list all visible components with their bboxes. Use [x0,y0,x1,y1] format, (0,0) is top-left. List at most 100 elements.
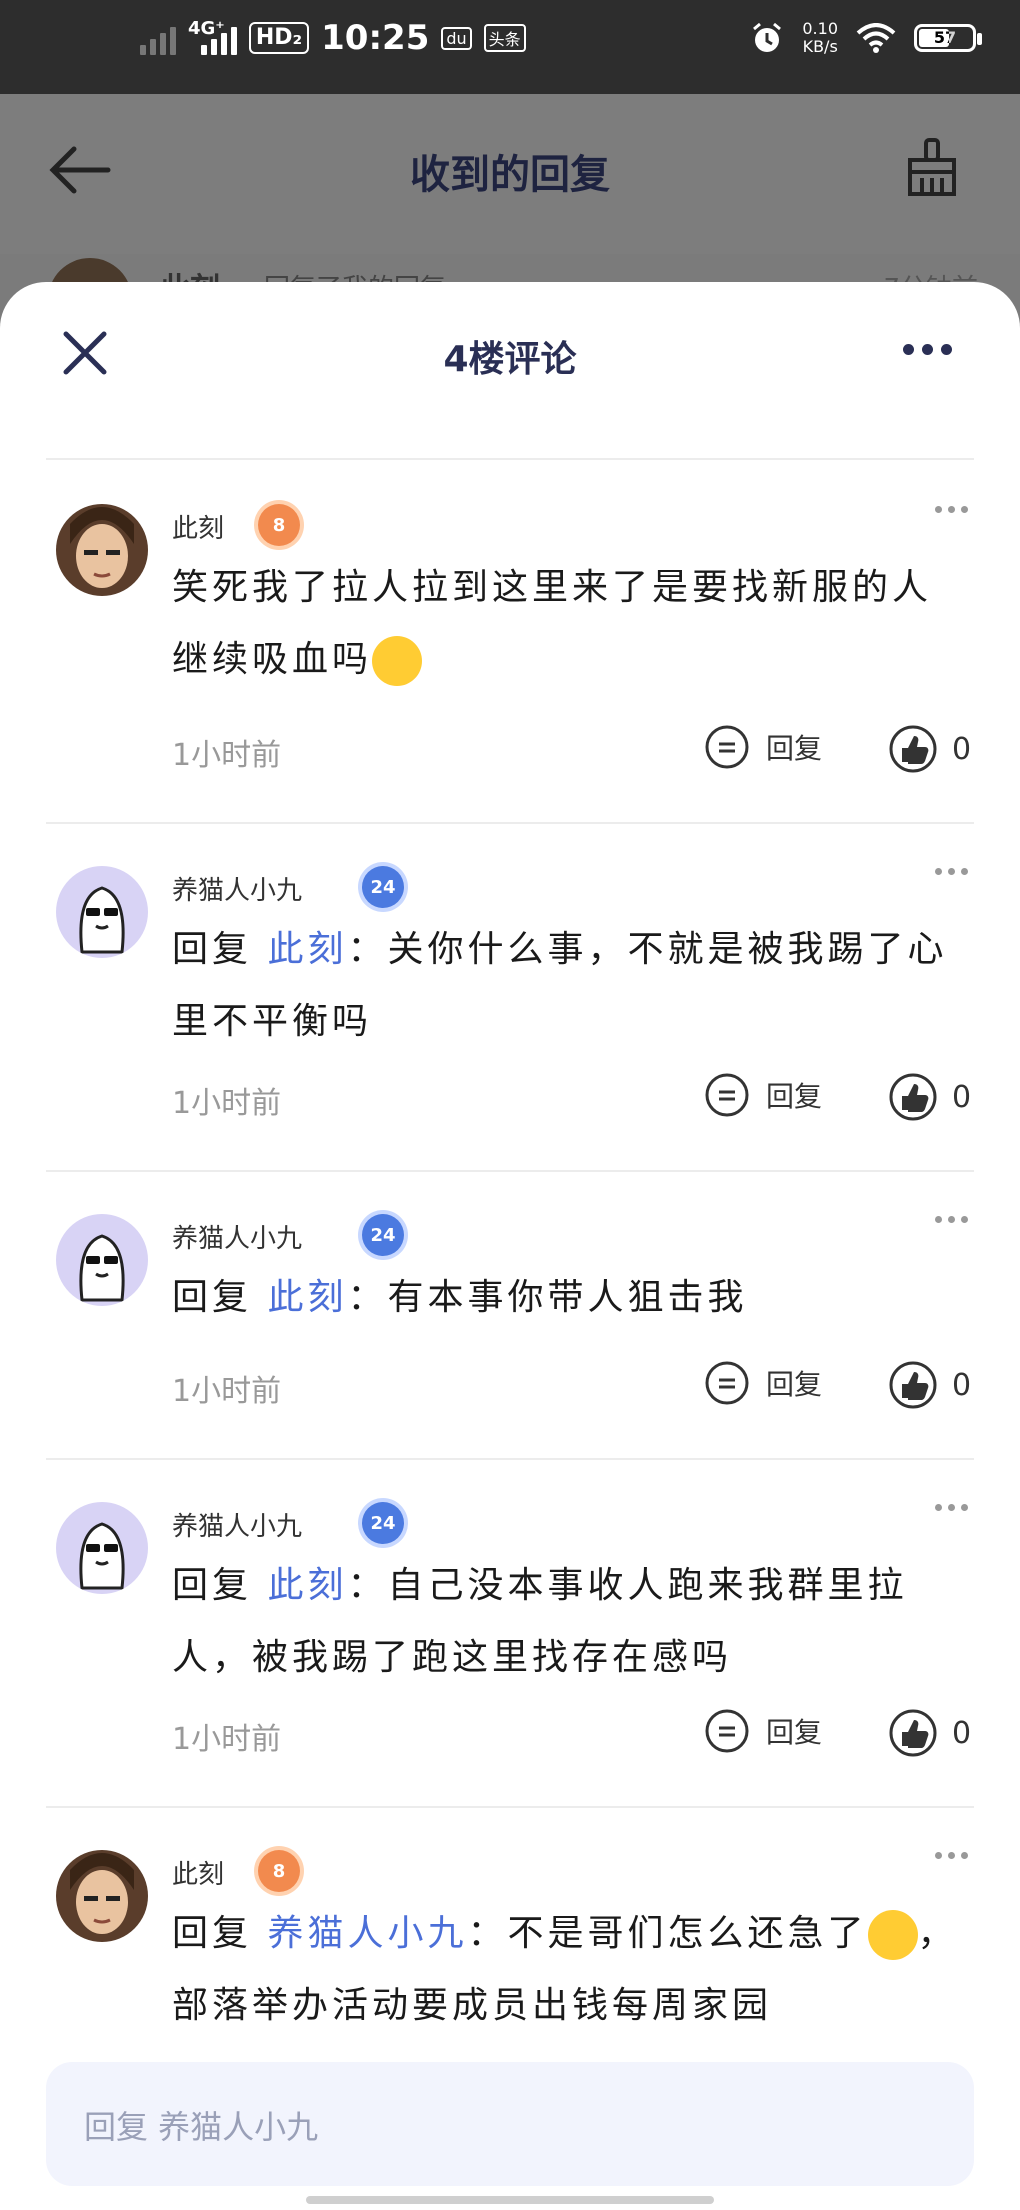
reply-button[interactable]: 回复 [704,1072,822,1118]
like-button[interactable]: 0 [888,724,971,774]
comment-author[interactable]: 养猫人小九 [172,870,302,907]
divider [46,822,974,824]
chat-bubble-icon [705,1361,749,1405]
comment-text: 回复 养猫人小九：不是哥们怎么还急了 ，部落举办活动要成员出钱每周家园 [172,1898,962,2042]
reply-prefix: 回复 [172,1565,253,1606]
reply-prefix: 回复 [172,929,253,970]
comment-author[interactable]: 此刻 [172,508,224,545]
chat-bubble-icon [705,1073,749,1117]
divider [46,1806,974,1808]
app-header: 收到的回复 [0,94,1020,254]
reply-button[interactable]: 回复 [704,724,822,770]
yawn-emoji-icon [372,636,423,686]
like-count: 0 [952,731,972,767]
like-count: 0 [952,1367,972,1403]
network-type: 4G⁺ [188,17,225,39]
reply-prefix: 回复 [172,1277,253,1318]
comment-author[interactable]: 此刻 [172,1854,224,1891]
comment-text: 回复 此刻：关你什么事，不就是被我踢了心里不平衡吗 [172,914,962,1058]
reply-button[interactable]: 回复 [704,1708,822,1754]
comment-more-icon[interactable] [935,1216,968,1223]
mention-link[interactable]: 此刻 [267,1277,347,1318]
like-count: 0 [952,1079,972,1115]
alarm-icon [753,22,782,52]
colon: ： [347,1277,388,1318]
like-button[interactable]: 0 [888,1360,971,1410]
divider [46,1458,974,1460]
mention-link[interactable]: 此刻 [267,929,347,970]
thumbs-up-icon [889,1073,937,1121]
comment-time: 1小时前 [172,1722,282,1757]
reply-input[interactable]: 回复 养猫人小九 [46,2062,974,2186]
comment-text: 笑死我了拉人拉到这里来了是要找新服的人继续吸血吗 [172,552,962,696]
comment-author[interactable]: 养猫人小九 [172,1506,302,1543]
status-right: 0.10 KB/s 57 [750,20,982,56]
colon: ： [347,1565,388,1606]
thumbs-up-icon [889,725,937,773]
reply-label: 回复 [766,732,823,765]
reply-prefix: 回复 [172,1913,253,1954]
comment-text: 回复 此刻：自己没本事收人跑来我群里拉人，被我踢了跑这里找存在感吗 [172,1550,962,1694]
divider [46,458,974,460]
comment-more-icon[interactable] [935,868,968,875]
battery-level: 57 [933,28,957,47]
divider [46,1170,974,1172]
sweat-smile-emoji-icon [867,1910,918,1960]
status-left: 4G⁺ HD₂ 10:25 du 头条 [140,18,526,58]
comment-more-icon[interactable] [935,1504,968,1511]
comment-author[interactable]: 养猫人小九 [172,1218,302,1255]
comment-more-icon[interactable] [935,506,968,513]
chat-bubble-icon [705,1709,749,1753]
speed-unit: KB/s [802,37,838,56]
wifi-icon [856,23,896,53]
clear-broom-icon[interactable] [904,138,960,202]
clock: 10:25 [321,18,430,58]
avatar[interactable] [56,1850,148,1942]
colon: ： [347,929,388,970]
comment-time: 1小时前 [172,1374,282,1409]
comment-body: 有本事你带人狙击我 [387,1277,748,1318]
comment-time: 1小时前 [172,1086,282,1121]
avatar[interactable] [56,866,148,958]
comment-text: 回复 此刻：有本事你带人狙击我 [172,1262,962,1334]
speed-value: 0.10 [802,19,838,38]
page-title: 收到的回复 [410,152,610,198]
app-notification-icon: du [441,26,472,50]
home-indicator[interactable] [306,2196,714,2204]
avatar[interactable] [56,504,148,596]
like-button[interactable]: 0 [888,1708,971,1758]
comment-sheet: 4楼评论 此刻 8 笑死我了拉人拉到这里来了是要找新服的人继续吸血吗 1小时前 … [0,282,1020,2210]
like-button[interactable]: 0 [888,1072,971,1122]
status-bar: 4G⁺ HD₂ 10:25 du 头条 0.10 KB/s 57 [0,0,1020,94]
more-options-icon[interactable] [903,344,952,355]
level-badge: 8 [258,1850,300,1892]
reply-input-placeholder: 回复 养猫人小九 [84,2108,319,2146]
sheet-title: 4楼评论 [443,339,577,380]
comment-body: 笑死我了拉人拉到这里来了是要找新服的人继续吸血吗 [172,567,933,680]
toutiao-notification-icon: 头条 [483,24,526,52]
level-badge: 24 [362,866,404,908]
level-badge: 24 [362,1214,404,1256]
colon: ： [467,1913,508,1954]
comment-more-icon[interactable] [935,1852,968,1859]
thumbs-up-icon [889,1361,937,1409]
reply-label: 回复 [766,1368,823,1401]
chat-bubble-icon [705,725,749,769]
avatar[interactable] [56,1502,148,1594]
comment-body: 不是哥们怎么还急了 [507,1913,868,1954]
like-count: 0 [952,1715,972,1751]
level-badge: 24 [362,1502,404,1544]
network-speed: 0.10 KB/s [802,20,838,56]
hd-voice-indicator: HD₂ [248,22,310,54]
reply-label: 回复 [766,1716,823,1749]
mention-link[interactable]: 养猫人小九 [267,1913,467,1954]
signal-icon-sim1 [140,21,176,55]
comment-time: 1小时前 [172,738,282,773]
avatar[interactable] [56,1214,148,1306]
battery-icon: 57 [914,24,982,52]
thumbs-up-icon [889,1709,937,1757]
reply-label: 回复 [766,1080,823,1113]
reply-button[interactable]: 回复 [704,1360,822,1406]
level-badge: 8 [258,504,300,546]
mention-link[interactable]: 此刻 [267,1565,347,1606]
